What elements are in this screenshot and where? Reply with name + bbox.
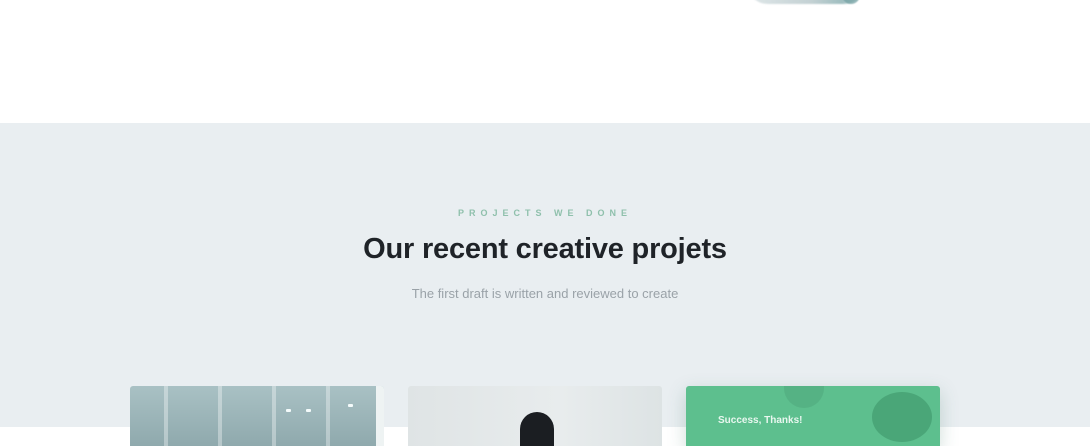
project-card-office[interactable] xyxy=(130,386,384,446)
ceiling-light xyxy=(306,409,311,412)
ceiling-stripe xyxy=(326,386,330,446)
top-section xyxy=(0,0,1090,123)
projects-section: PROJECTS WE DONE Our recent creative pro… xyxy=(0,123,1090,446)
section-title: Our recent creative projets xyxy=(363,233,727,265)
card-edge xyxy=(376,386,384,446)
project-card-person[interactable] xyxy=(408,386,662,446)
decorative-shape xyxy=(872,392,932,442)
project-card-green[interactable]: Success, Thanks! xyxy=(686,386,940,446)
decorative-shape xyxy=(784,386,824,408)
ceiling-light xyxy=(286,409,291,412)
card-label: Success, Thanks! xyxy=(718,415,803,426)
person-silhouette xyxy=(520,412,554,446)
ceiling-light xyxy=(348,404,353,407)
ceiling-stripe xyxy=(272,386,276,446)
ceiling-stripe xyxy=(218,386,222,446)
section-subtitle: The first draft is written and reviewed … xyxy=(411,286,679,301)
section-eyebrow: PROJECTS WE DONE xyxy=(457,208,632,218)
ceiling-stripe xyxy=(164,386,168,446)
